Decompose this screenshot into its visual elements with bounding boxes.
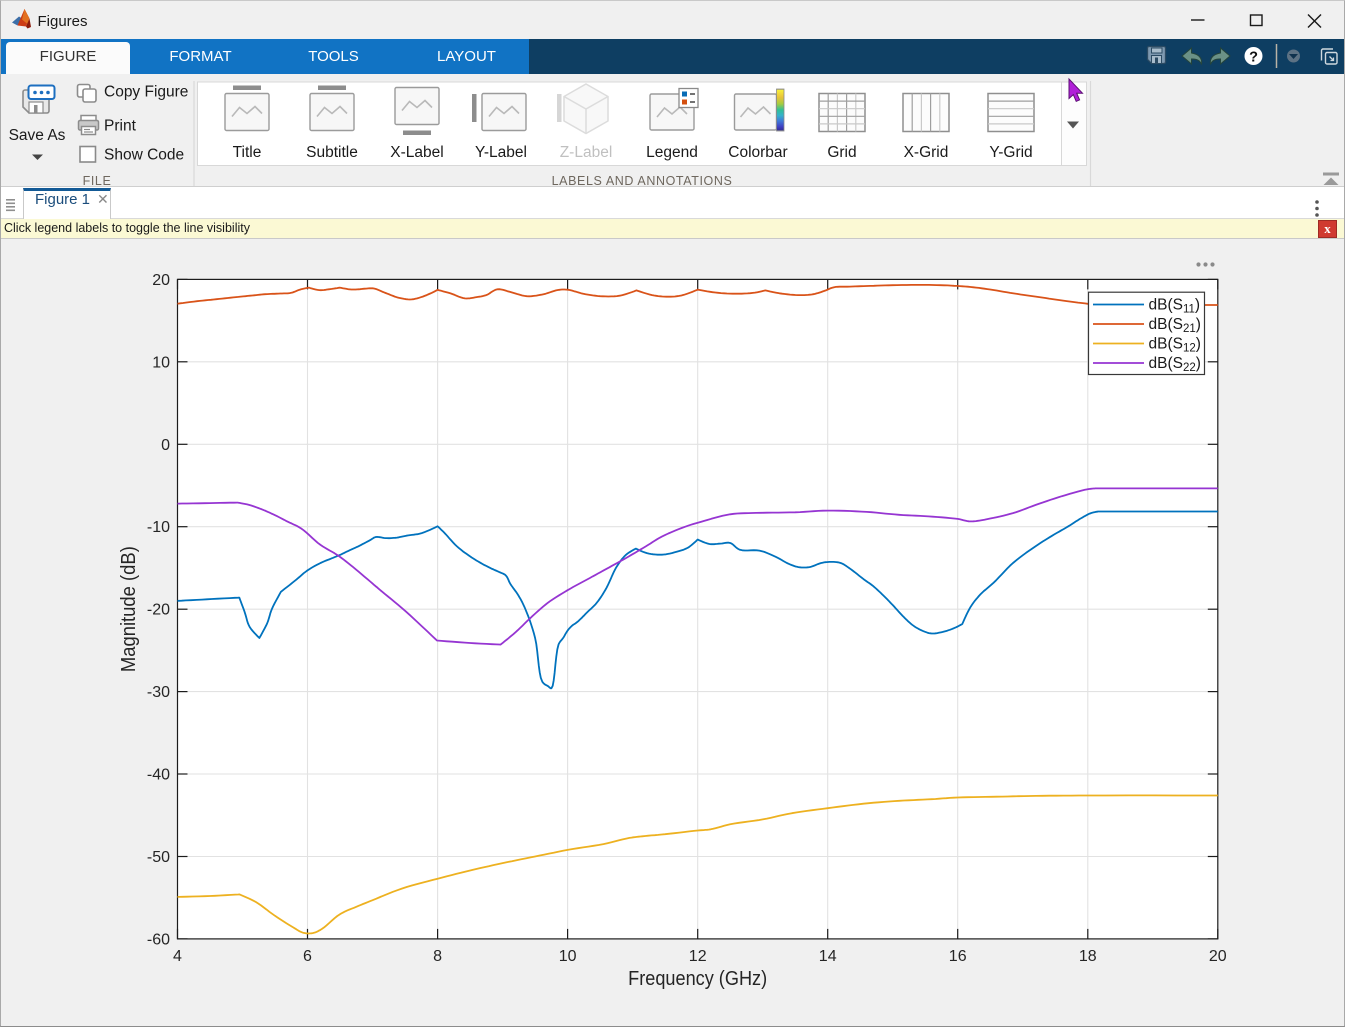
svg-text:Show Code: Show Code (104, 147, 184, 164)
svg-text:Magnitude (dB): Magnitude (dB) (117, 546, 140, 672)
svg-text:X-Grid: X-Grid (904, 144, 949, 161)
svg-text:-50: -50 (147, 849, 170, 866)
svg-text:Save As: Save As (9, 127, 66, 144)
svg-text:-40: -40 (147, 767, 170, 784)
svg-text:-30: -30 (147, 684, 170, 701)
svg-text:Z-Label: Z-Label (560, 144, 613, 161)
svg-text:Y-Label: Y-Label (475, 144, 527, 161)
svg-text:Subtitle: Subtitle (306, 144, 358, 161)
svg-text:Copy Figure: Copy Figure (104, 84, 188, 101)
svg-text:4: 4 (173, 948, 182, 965)
svg-text:16: 16 (949, 948, 967, 965)
svg-text:Frequency (GHz): Frequency (GHz) (628, 967, 767, 990)
svg-text:?: ? (1249, 50, 1258, 66)
svg-text:6: 6 (303, 948, 312, 965)
svg-text:Print: Print (104, 118, 137, 135)
svg-text:10: 10 (559, 948, 577, 965)
svg-text:Figures: Figures (38, 13, 88, 30)
svg-text:-20: -20 (147, 602, 170, 619)
svg-text:Title: Title (233, 144, 262, 161)
svg-text:FILE: FILE (83, 174, 112, 187)
svg-text:10: 10 (152, 354, 170, 371)
svg-text:LABELS AND ANNOTATIONS: LABELS AND ANNOTATIONS (552, 174, 733, 187)
svg-text:Grid: Grid (827, 144, 856, 161)
svg-text:8: 8 (433, 948, 442, 965)
svg-text:Colorbar: Colorbar (728, 144, 787, 161)
svg-text:X-Label: X-Label (390, 144, 443, 161)
svg-text:0: 0 (161, 437, 170, 454)
svg-text:20: 20 (152, 272, 170, 289)
svg-text:-60: -60 (147, 931, 170, 948)
svg-text:20: 20 (1209, 948, 1227, 965)
svg-text:18: 18 (1079, 948, 1097, 965)
svg-text:Legend: Legend (646, 144, 698, 161)
svg-text:Y-Grid: Y-Grid (989, 144, 1032, 161)
svg-text:-10: -10 (147, 519, 170, 536)
svg-text:14: 14 (819, 948, 837, 965)
svg-text:12: 12 (689, 948, 707, 965)
